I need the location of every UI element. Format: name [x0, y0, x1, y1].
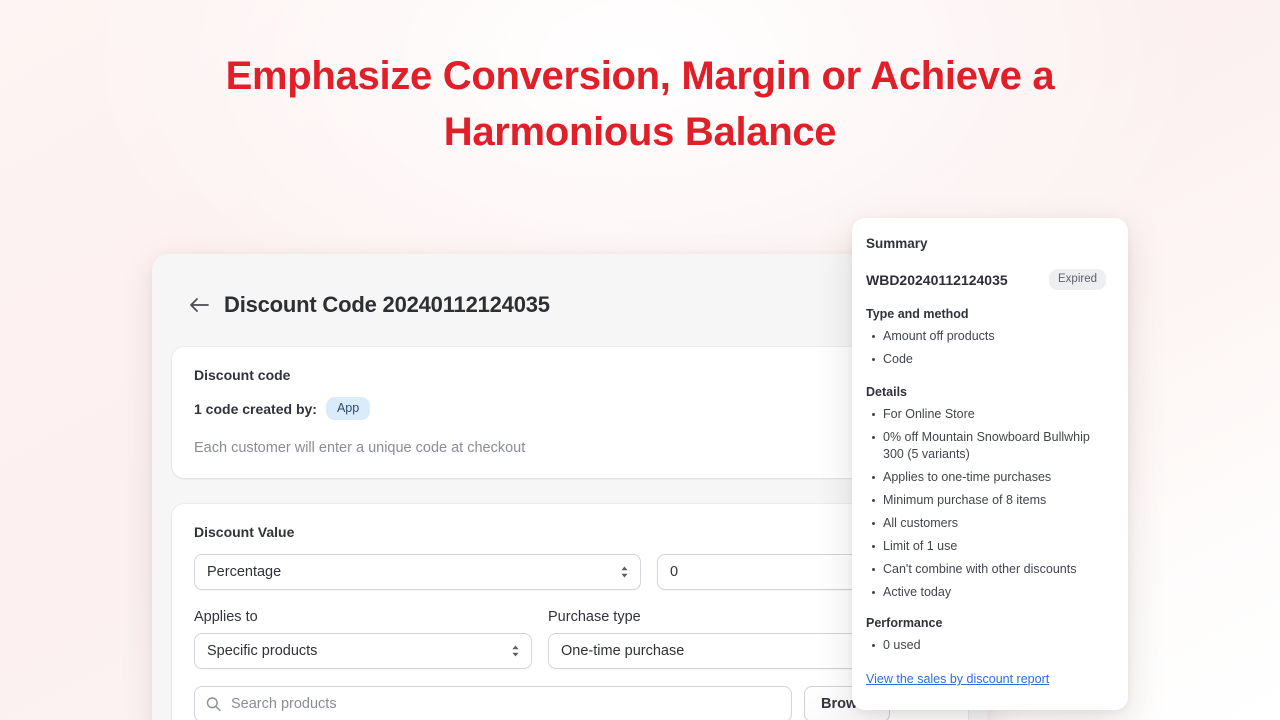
summary-discount-code: WBD20240112124035 — [866, 271, 1008, 288]
select-chevrons-icon — [619, 565, 630, 579]
search-icon — [206, 697, 221, 712]
applies-purchase-field-row: Specific products One-time purchase — [194, 633, 946, 669]
list-item: For Online Store — [872, 406, 1106, 423]
purchase-type-value: One-time purchase — [561, 643, 685, 659]
page-headline: Emphasize Conversion, Margin or Achieve … — [0, 48, 1280, 160]
type-and-method-heading: Type and method — [866, 307, 969, 321]
list-item: All customers — [872, 515, 1106, 532]
applies-purchase-label-row: Applies to Purchase type — [194, 609, 946, 625]
applies-to-select[interactable]: Specific products — [194, 633, 532, 669]
product-search-row: Search products Browse — [194, 686, 946, 720]
created-by-row: 1 code created by: App — [194, 397, 946, 420]
summary-panel: Summary WBD20240112124035 Expired Type a… — [852, 218, 1128, 710]
purchase-type-label: Purchase type — [548, 609, 641, 625]
page-title: Discount Code 20240112124035 — [224, 292, 550, 317]
list-item: 0% off Mountain Snowboard Bullwhip 300 (… — [872, 429, 1106, 463]
discount-value-label: Discount Value — [194, 524, 295, 540]
applies-to-label: Applies to — [194, 609, 258, 625]
value-field-row: Percentage 0 % — [194, 554, 946, 590]
discount-value-panel: Discount Value Percentage 0 % Applies to… — [172, 504, 968, 720]
performance-list: 0 used — [866, 637, 1106, 654]
purchase-type-select[interactable]: One-time purchase — [548, 633, 886, 669]
list-item: Limit of 1 use — [872, 538, 1106, 555]
list-item: Active today — [872, 584, 1106, 601]
discount-code-header-row: Discount code View all codes — [194, 367, 946, 383]
discount-value-type-select[interactable]: Percentage — [194, 554, 641, 590]
discount-value-amount-value: 0 — [670, 564, 679, 580]
sales-by-discount-report-link[interactable]: View the sales by discount report — [866, 672, 1049, 686]
applies-to-value: Specific products — [207, 643, 318, 659]
list-item: Applies to one-time purchases — [872, 469, 1106, 486]
headline-line-1: Emphasize Conversion, Margin or Achieve … — [225, 54, 1055, 98]
created-by-badge: App — [325, 397, 371, 420]
unique-code-hint: Each customer will enter a unique code a… — [194, 440, 526, 456]
details-heading: Details — [866, 385, 907, 399]
type-and-method-list: Amount off products Code — [866, 328, 1106, 368]
created-by-text: 1 code created by: — [194, 400, 317, 417]
select-chevrons-icon — [510, 644, 521, 658]
discount-code-panel: Discount code View all codes 1 code crea… — [172, 347, 968, 478]
arrow-left-icon[interactable] — [188, 294, 210, 316]
list-item: Amount off products — [872, 328, 1106, 345]
search-products-input[interactable]: Search products — [194, 686, 792, 720]
summary-title: Summary — [866, 236, 928, 251]
details-list: For Online Store 0% off Mountain Snowboa… — [866, 406, 1106, 601]
list-item: Minimum purchase of 8 items — [872, 492, 1106, 509]
status-badge: Expired — [1049, 269, 1106, 290]
search-products-placeholder: Search products — [231, 696, 337, 712]
performance-heading: Performance — [866, 616, 943, 630]
headline-line-2: Harmonious Balance — [443, 110, 837, 154]
list-item: Can't combine with other discounts — [872, 561, 1106, 578]
list-item: Code — [872, 351, 1106, 368]
discount-code-label: Discount code — [194, 367, 291, 383]
discount-value-type-value: Percentage — [207, 564, 282, 580]
list-item: 0 used — [872, 637, 1106, 654]
summary-code-row: WBD20240112124035 Expired — [866, 269, 1106, 290]
